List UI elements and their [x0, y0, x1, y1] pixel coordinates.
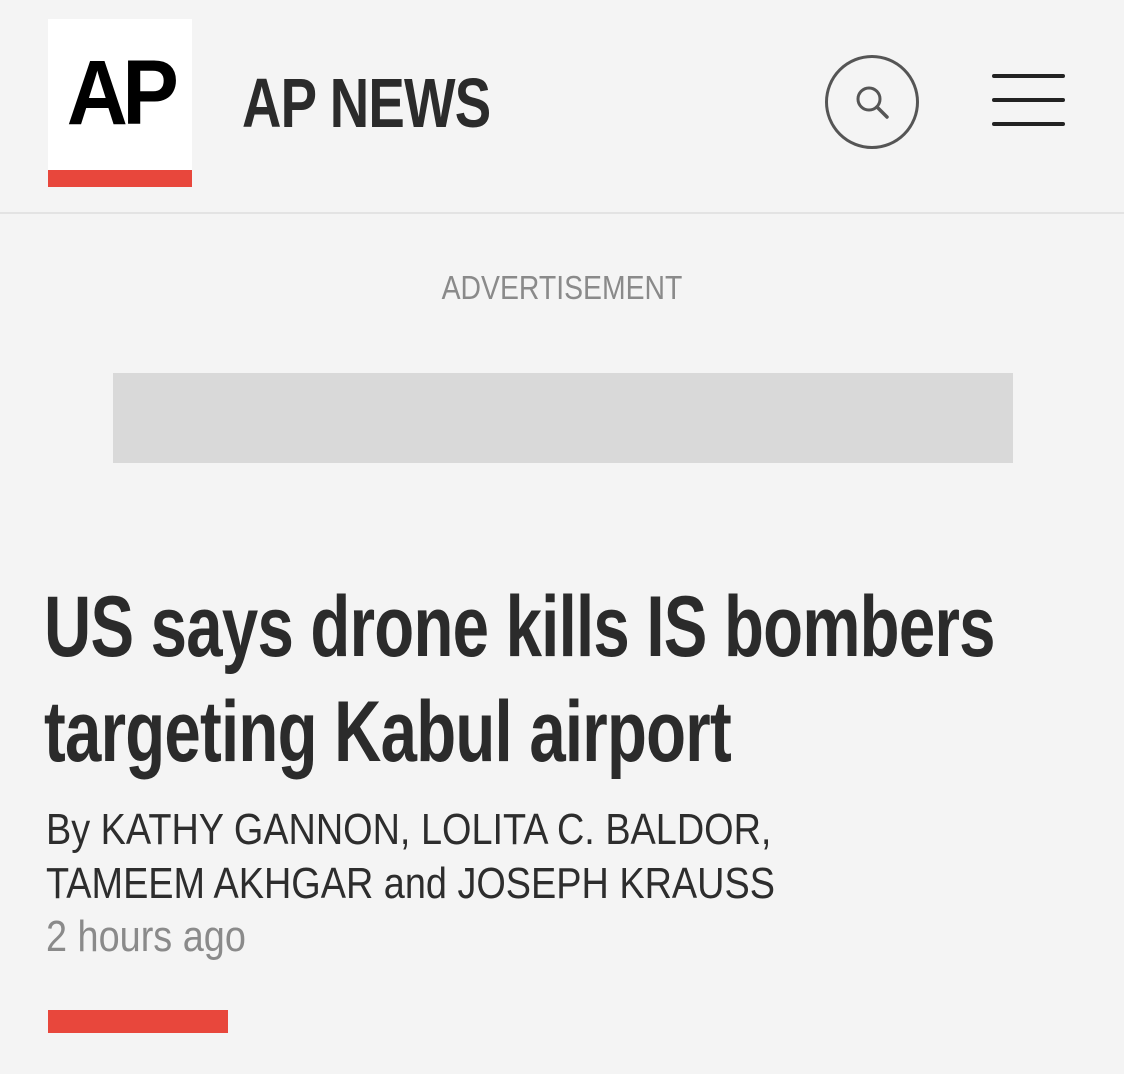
headline-line-1: US says drone kills IS bombers — [44, 579, 995, 675]
article-byline: By KATHY GANNON, LOLITA C. BALDOR, TAMEE… — [46, 803, 906, 911]
site-header: AP AP NEWS — [0, 0, 1124, 214]
logo-text: AP — [66, 42, 179, 144]
ap-logo[interactable]: AP — [48, 19, 192, 187]
search-button[interactable] — [825, 55, 919, 149]
headline-line-2: targeting Kabul airport — [44, 684, 732, 780]
byline-line-1: By KATHY GANNON, LOLITA C. BALDOR, — [46, 805, 772, 854]
advertisement-label: ADVERTISEMENT — [441, 269, 683, 306]
byline-line-2: TAMEEM AKHGAR and JOSEPH KRAUSS — [46, 859, 775, 908]
search-icon — [856, 86, 889, 119]
site-name-link[interactable]: AP NEWS — [242, 60, 491, 146]
section-accent-bar — [48, 1010, 228, 1033]
article-timestamp: 2 hours ago — [46, 912, 246, 961]
menu-button[interactable] — [992, 74, 1066, 132]
article-headline: US says drone kills IS bombers targeting… — [44, 575, 1032, 785]
logo-accent-bar — [48, 170, 192, 187]
advertisement-slot[interactable] — [113, 373, 1013, 463]
